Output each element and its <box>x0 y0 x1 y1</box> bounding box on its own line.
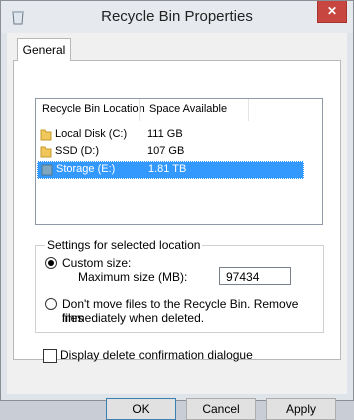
custom-size-radio[interactable] <box>45 257 57 269</box>
apply-button[interactable]: Apply <box>266 398 336 420</box>
column-space[interactable]: Space Available <box>149 103 227 115</box>
close-button[interactable]: ✕ <box>317 1 347 23</box>
column-separator <box>139 99 140 121</box>
location-list[interactable]: Recycle Bin Location Space Available Loc… <box>35 98 323 225</box>
folder-icon <box>40 129 52 141</box>
list-item[interactable]: Local Disk (C:) 111 GB <box>37 127 302 143</box>
column-location[interactable]: Recycle Bin Location <box>42 103 145 115</box>
confirm-delete-checkbox[interactable] <box>43 349 57 363</box>
list-item[interactable]: SSD (D:) 107 GB <box>37 144 302 160</box>
location-name: SSD (D:) <box>55 145 99 157</box>
column-separator <box>248 99 249 121</box>
drive-icon <box>41 164 53 176</box>
list-item-selected[interactable]: Storage (E:) 1.81 TB <box>37 161 304 179</box>
custom-size-label[interactable]: Custom size: <box>62 256 131 270</box>
space-available: 111 GB <box>147 128 183 140</box>
properties-dialog: Recycle Bin Properties ✕ General Recycle… <box>0 0 354 420</box>
tab-general[interactable]: General <box>17 38 71 61</box>
max-size-input[interactable] <box>219 267 291 285</box>
list-header: Recycle Bin Location Space Available <box>36 99 322 121</box>
dont-move-label-line2[interactable]: immediately when deleted. <box>62 311 204 325</box>
general-panel: Recycle Bin Location Space Available Loc… <box>13 60 341 363</box>
max-size-label: Maximum size (MB): <box>78 270 188 284</box>
space-available: 1.81 TB <box>148 163 187 175</box>
cancel-button[interactable]: Cancel <box>186 398 256 420</box>
ok-button[interactable]: OK <box>106 398 176 420</box>
location-name: Storage (E:) <box>56 163 116 175</box>
folder-icon <box>40 146 52 158</box>
settings-group: Settings for selected location Custom si… <box>35 238 324 333</box>
location-name: Local Disk (C:) <box>55 128 128 140</box>
confirm-delete-label[interactable]: Display delete confirmation dialogue <box>60 348 253 362</box>
title-bar: Recycle Bin Properties ✕ <box>1 1 353 33</box>
space-available: 107 GB <box>147 145 185 157</box>
window-title: Recycle Bin Properties <box>101 8 253 25</box>
group-title: Settings for selected location <box>45 238 203 252</box>
dont-move-radio[interactable] <box>45 298 57 310</box>
dialog-client: General Recycle Bin Location Space Avail… <box>7 33 347 420</box>
